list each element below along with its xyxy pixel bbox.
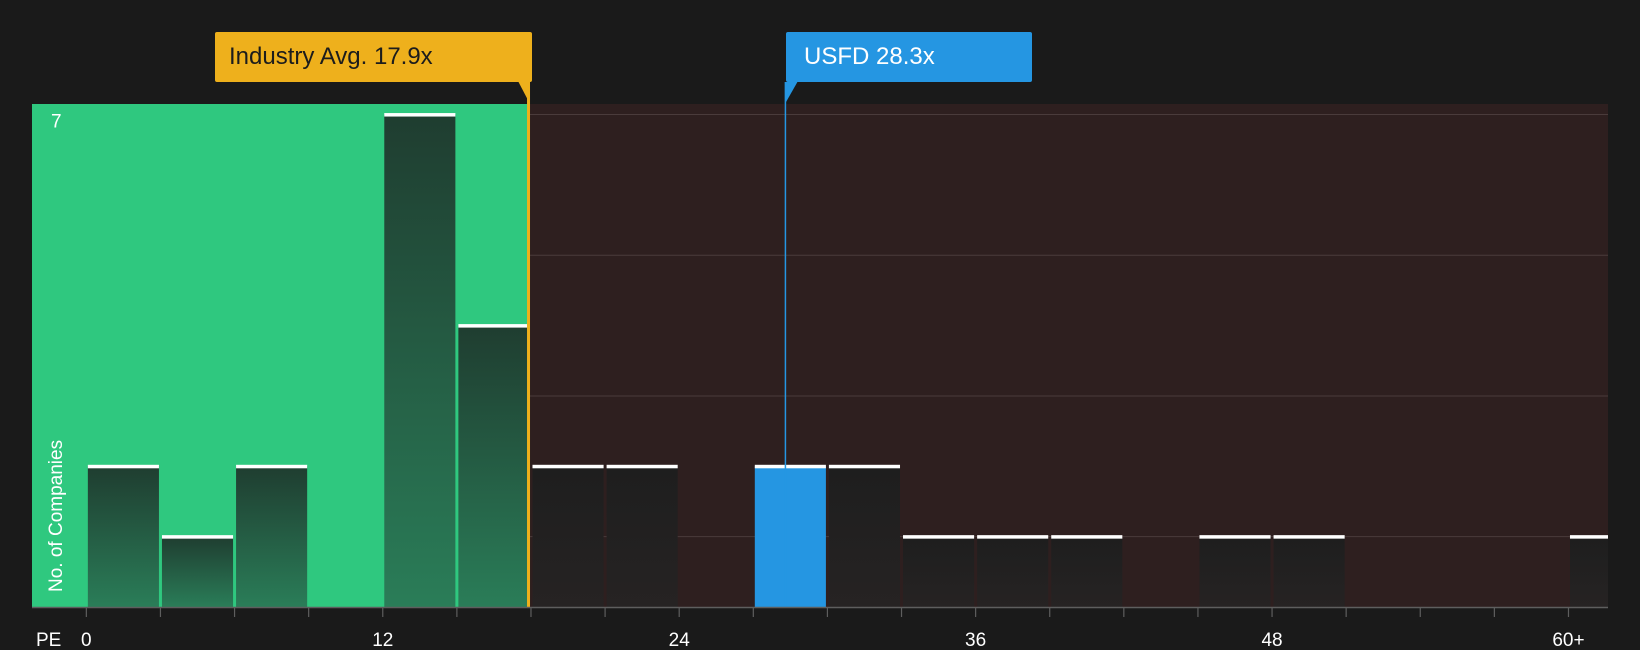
histogram-bar-top	[384, 113, 456, 117]
histogram-bar	[458, 325, 530, 607]
above-average-zone	[528, 104, 1608, 607]
histogram-bar-top	[754, 464, 826, 469]
histogram-bar	[1051, 536, 1123, 607]
x-tick-label: 36	[965, 630, 986, 650]
histogram-bar-top	[828, 464, 901, 469]
x-tick-label: 60+	[1552, 630, 1584, 650]
histogram-bar-top	[236, 464, 308, 469]
x-axis-title: PE	[36, 630, 61, 650]
histogram-bar-top	[161, 535, 234, 539]
histogram-bar-top	[1569, 535, 1608, 539]
histogram-bar-top	[532, 464, 604, 469]
histogram-bar	[532, 466, 604, 607]
industry-average-callout: Industry Avg. 17.9x	[215, 32, 532, 82]
company-pe-callout: USFD 28.3x	[786, 32, 1032, 82]
histogram-bar	[606, 466, 678, 607]
histogram-bar-top	[1273, 535, 1345, 539]
histogram-bar	[1199, 536, 1271, 607]
x-tick-label: 48	[1261, 630, 1282, 650]
histogram-bar	[903, 536, 975, 607]
histogram-bar	[754, 466, 826, 607]
x-tick-label: 0	[81, 630, 92, 650]
histogram-bar	[1569, 536, 1608, 607]
histogram-bar-top	[458, 324, 530, 328]
histogram-bar-top	[903, 535, 975, 539]
histogram-bar-top	[1051, 535, 1123, 539]
histogram-bar	[1273, 536, 1345, 607]
histogram-bar-top	[1199, 535, 1271, 539]
company-pe-label: USFD 28.3x	[804, 43, 935, 70]
histogram-bar	[384, 114, 456, 608]
histogram-bar-top	[977, 535, 1049, 539]
histogram-bar-top	[87, 464, 159, 469]
industry-average-label: Industry Avg. 17.9x	[229, 43, 433, 70]
pe-distribution-page: { "chart_data": { "type": "bar", "xlabel…	[0, 0, 1640, 650]
histogram-bar	[236, 466, 308, 607]
histogram-bar	[977, 536, 1049, 607]
histogram-bar	[828, 466, 901, 607]
industry-average-pointer	[518, 82, 531, 104]
histogram-bar-top	[606, 464, 678, 469]
pe-histogram-chart: 0 12 24 36 48 60+ PE 7 No. of Companies	[32, 70, 1608, 650]
x-tick-label: 12	[372, 630, 393, 650]
x-tick-label: 24	[669, 630, 691, 650]
y-axis-title: No. of Companies	[46, 440, 67, 592]
histogram-bar	[87, 466, 159, 607]
y-tick-label: 7	[51, 112, 62, 133]
histogram-bar	[161, 536, 234, 607]
company-pe-pointer	[784, 82, 798, 104]
